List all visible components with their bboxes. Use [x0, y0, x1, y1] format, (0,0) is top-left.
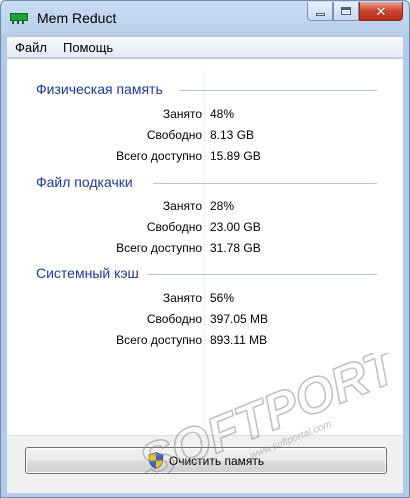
list-item[interactable]: Свободно 397.05 MB [7, 312, 403, 330]
row-label: Занято [162, 199, 202, 213]
title-bar[interactable]: Mem Reduct ✕ [1, 1, 409, 35]
row-label: Свободно [146, 312, 202, 326]
group-divider [147, 274, 377, 275]
list-item[interactable]: Всего доступно 31.78 GB [7, 241, 403, 259]
app-window: Mem Reduct ✕ Файл Помощь Физическая памя… [0, 0, 410, 498]
list-item[interactable]: Занято 48% [7, 107, 403, 125]
ram-chip-icon [10, 12, 28, 24]
list-item[interactable]: Всего доступно 15.89 GB [7, 149, 403, 167]
row-label: Всего доступно [116, 333, 202, 347]
caption-buttons: ✕ [307, 2, 403, 22]
row-label: Свободно [146, 128, 202, 142]
row-value: 56% [210, 291, 235, 305]
close-button[interactable]: ✕ [359, 2, 403, 21]
row-value: 893.11 MB [210, 333, 268, 347]
clean-memory-label: Очистить память [168, 453, 265, 468]
footer-panel: Очистить память [7, 435, 403, 493]
group-header-page-file: Файл подкачки [36, 174, 133, 190]
row-value: 15.89 GB [210, 149, 261, 163]
row-label: Занято [162, 107, 202, 121]
group-divider [179, 90, 377, 91]
row-value: 397.05 MB [210, 312, 269, 326]
maximize-button[interactable] [333, 2, 359, 21]
row-label: Занято [162, 291, 202, 305]
group-header-system-cache: Системный кэш [36, 265, 139, 281]
memory-list: Физическая память Занято 48% Свободно 8.… [7, 59, 403, 435]
close-icon: ✕ [375, 3, 387, 19]
row-label: Всего доступно [116, 241, 202, 255]
row-label: Свободно [146, 220, 202, 234]
list-item[interactable]: Занято 28% [7, 199, 403, 217]
row-value: 8.13 GB [210, 128, 255, 142]
menu-help[interactable]: Помощь [55, 37, 121, 57]
maximize-icon [341, 7, 351, 15]
minimize-button[interactable] [307, 2, 333, 21]
clean-memory-button[interactable]: Очистить память [25, 447, 387, 474]
group-header-physical-memory: Физическая память [36, 81, 163, 97]
group-divider [153, 183, 377, 184]
list-item[interactable]: Свободно 8.13 GB [7, 128, 403, 146]
minimize-icon [315, 12, 325, 16]
menu-bar: Файл Помощь [7, 37, 403, 58]
row-label: Всего доступно [116, 149, 202, 163]
list-item[interactable]: Всего доступно 893.11 MB [7, 333, 403, 351]
row-value: 28% [210, 199, 235, 213]
uac-shield-icon [148, 452, 164, 469]
row-value: 48% [210, 107, 235, 121]
row-value: 31.78 GB [210, 241, 261, 255]
row-value: 23.00 GB [210, 220, 261, 234]
list-item[interactable]: Свободно 23.00 GB [7, 220, 403, 238]
list-item[interactable]: Занято 56% [7, 291, 403, 309]
window-title: Mem Reduct [37, 10, 117, 26]
menu-file[interactable]: Файл [7, 37, 55, 57]
